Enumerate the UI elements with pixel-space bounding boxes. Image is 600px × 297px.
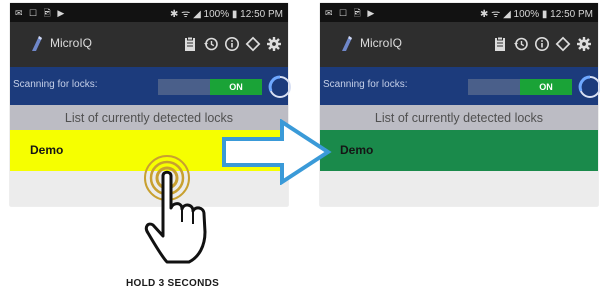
app-title: MicroIQ [360,36,402,50]
info-icon[interactable] [534,36,550,52]
scan-bar: Scanning for locks: ON [10,67,291,105]
history-icon[interactable] [203,36,219,52]
scan-toggle-state: ON [210,79,262,95]
notification-icons: ✉ ☐ 🖻 ▶ [15,8,67,18]
right-arrow-icon [222,119,332,185]
app-title: MicroIQ [50,36,92,50]
notification-icons: ✉ ☐ 🖻 ▶ [325,8,377,18]
list-empty-area [320,171,598,206]
toolbar-actions [182,34,282,54]
scan-toggle[interactable]: ON [158,79,262,95]
phone-screenshot-after: ✉ ☐ 🖻 ▶ ✱ ᯤ ◢ 100% ▮ 12:50 PM MicroIQ Sc… [320,3,600,206]
info-icon[interactable] [224,36,240,52]
toolbar-actions [492,34,592,54]
clipboard-icon[interactable] [492,36,508,52]
gear-icon[interactable] [266,36,282,52]
scanning-spinner-icon [268,75,291,98]
lock-name: Demo [340,143,374,157]
instruction-caption: HOLD 3 SECONDS [126,278,220,289]
status-bar: ✉ ☐ 🖻 ▶ ✱ ᯤ ◢ 100% ▮ 12:50 PM [320,3,598,22]
lock-name: Demo [30,143,64,157]
diamond-icon[interactable] [555,36,571,52]
microiq-logo-icon [32,36,42,51]
scan-label: Scanning for locks: [323,79,408,90]
diamond-icon[interactable] [245,36,261,52]
tap-hand-icon [144,155,207,264]
app-bar: MicroIQ [10,22,288,67]
lock-list-item[interactable]: Demo [320,130,598,171]
app-bar: MicroIQ [320,22,598,67]
scan-label: Scanning for locks: [13,79,98,90]
list-header: List of currently detected locks [320,105,598,130]
scan-toggle[interactable]: ON [468,79,572,95]
status-clock: ✱ ᯤ ◢ 100% ▮ 12:50 PM [480,9,593,20]
scan-toggle-state: ON [520,79,572,95]
scanning-spinner-icon [578,75,600,98]
gear-icon[interactable] [576,36,592,52]
scan-bar: Scanning for locks: ON [320,67,600,105]
history-icon[interactable] [513,36,529,52]
status-bar: ✉ ☐ 🖻 ▶ ✱ ᯤ ◢ 100% ▮ 12:50 PM [10,3,288,22]
clipboard-icon[interactable] [182,36,198,52]
microiq-logo-icon [342,36,352,51]
status-clock: ✱ ᯤ ◢ 100% ▮ 12:50 PM [170,9,283,20]
